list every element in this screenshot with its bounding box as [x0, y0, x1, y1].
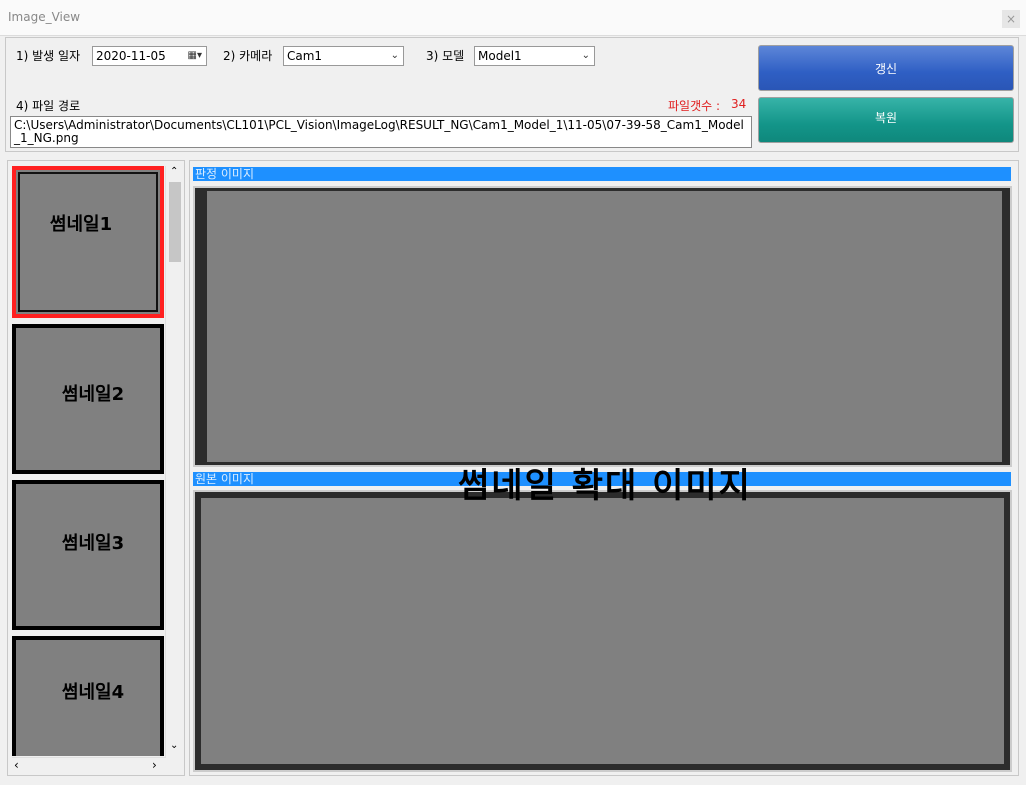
thumbnail-horizontal-scrollbar[interactable]: ‹ › [12, 757, 165, 774]
camera-value: Cam1 [287, 49, 323, 63]
judged-image-header: 판정 이미지 [193, 167, 1011, 181]
file-path-field[interactable]: C:\Users\Administrator\Documents\CL101\P… [10, 116, 752, 148]
chevron-down-icon[interactable]: ⌄ [170, 740, 178, 751]
close-button[interactable]: × [1002, 10, 1020, 28]
thumbnail-label: 썸네일1 [49, 214, 113, 235]
file-count-value: 34 [731, 97, 747, 111]
refresh-button[interactable]: 갱신 [758, 45, 1014, 91]
restore-button[interactable]: 복원 [758, 97, 1014, 143]
thumbnail-item-3[interactable]: 썸네일3 [12, 480, 164, 630]
camera-label: 2) 카메라 [223, 49, 273, 63]
chevron-up-icon[interactable]: ⌃ [170, 166, 178, 177]
date-label: 1) 발생 일자 [16, 49, 81, 63]
thumbnail-label: 썸네일2 [61, 384, 125, 405]
judged-image[interactable] [193, 186, 1012, 467]
file-count-label: 파일갯수 : [668, 99, 721, 113]
calendar-dropdown-icon[interactable]: ▦▾ [188, 47, 202, 65]
date-value: 2020-11-05 [96, 49, 166, 63]
model-label: 3) 모델 [426, 49, 465, 63]
thumbnail-vertical-scrollbar[interactable]: ⌃ ⌄ [165, 166, 183, 758]
chevron-right-icon[interactable]: › [152, 758, 157, 772]
title-bar [0, 0, 1026, 36]
chevron-down-icon: ⌄ [390, 50, 399, 61]
thumbnail-list[interactable]: 썸네일1 썸네일2 썸네일3 썸네일4 [12, 166, 164, 756]
chevron-left-icon[interactable]: ‹ [14, 758, 19, 772]
original-image[interactable] [193, 490, 1012, 772]
thumbnail-item-1[interactable]: 썸네일1 [12, 166, 164, 318]
window-title: Image_View [8, 10, 81, 24]
model-value: Model1 [478, 49, 522, 63]
date-picker[interactable]: 2020-11-05 ▦▾ [92, 46, 207, 66]
scrollbar-thumb[interactable] [169, 182, 181, 262]
enlarged-thumbnail-caption: 썸네일 확대 이미지 [458, 466, 752, 506]
path-label: 4) 파일 경로 [16, 99, 81, 113]
thumbnail-item-4[interactable]: 썸네일4 [12, 636, 164, 756]
thumbnail-label: 썸네일4 [61, 682, 125, 703]
thumbnail-label: 썸네일3 [61, 533, 125, 554]
thumbnail-item-2[interactable]: 썸네일2 [12, 324, 164, 474]
camera-select[interactable]: Cam1 ⌄ [283, 46, 404, 66]
model-select[interactable]: Model1 ⌄ [474, 46, 595, 66]
chevron-down-icon: ⌄ [581, 50, 590, 61]
